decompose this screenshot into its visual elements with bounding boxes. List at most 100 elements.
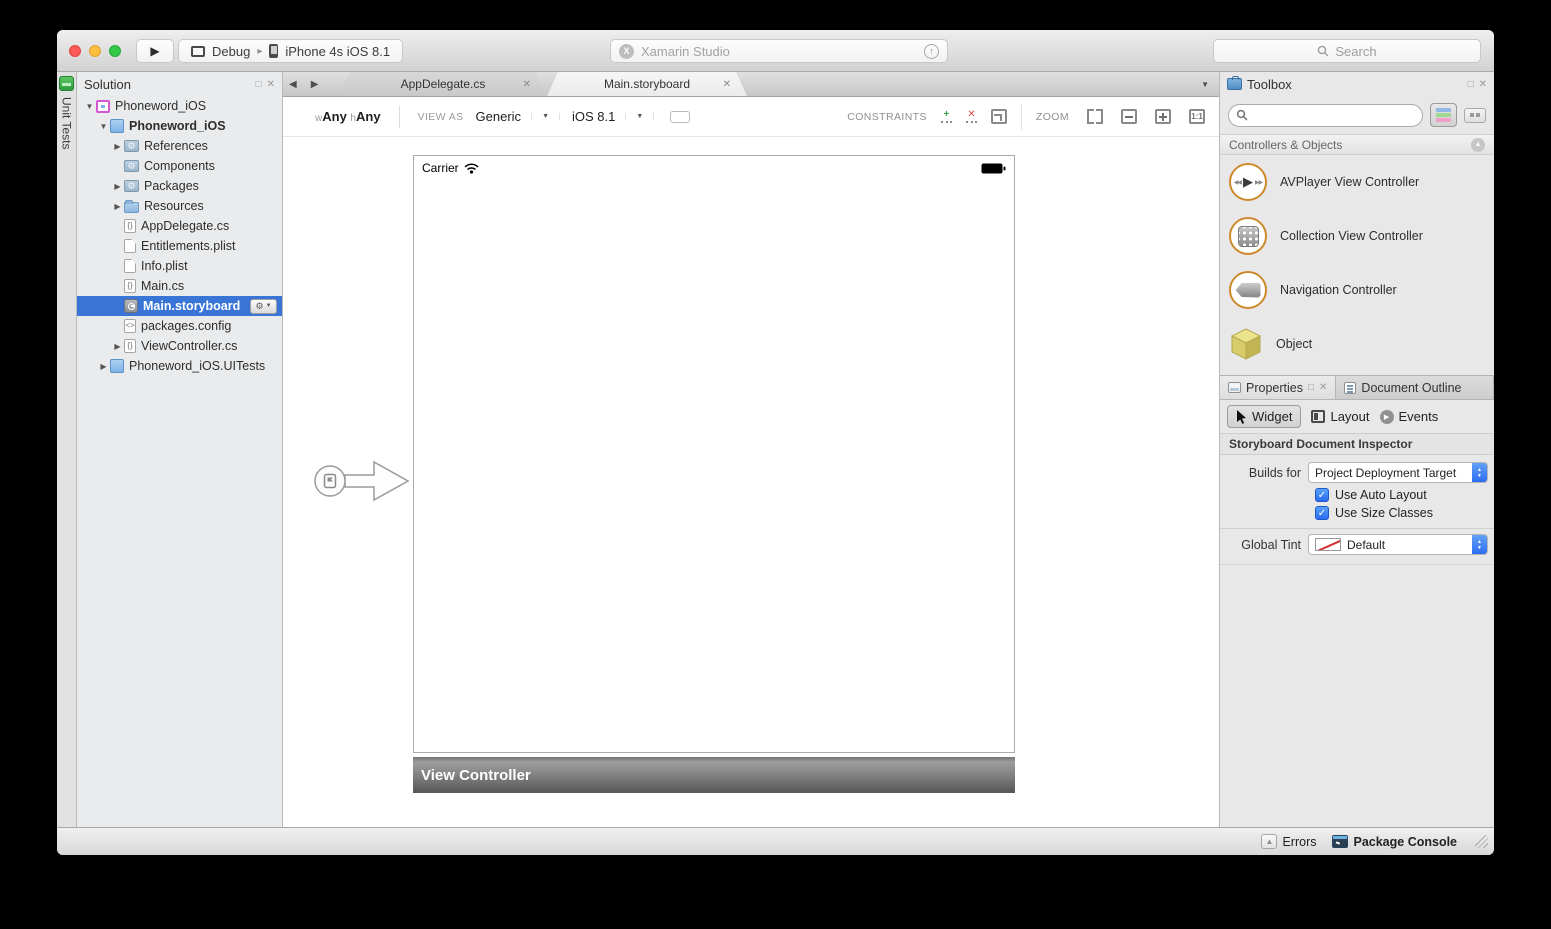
tree-item-viewcontroller[interactable]: ▶ {} ViewController.cs bbox=[77, 336, 282, 356]
mode-events-button[interactable]: ▶ Events bbox=[1380, 409, 1439, 424]
components-folder-icon bbox=[124, 160, 139, 172]
unit-tests-tab[interactable]: Unit Tests bbox=[60, 97, 74, 149]
zoom-fit-button[interactable] bbox=[1087, 109, 1103, 124]
toolbox-item-object[interactable]: Object bbox=[1220, 317, 1494, 371]
collapse-section-icon[interactable]: ▲ bbox=[1471, 138, 1485, 152]
tree-item-references[interactable]: ▶ References bbox=[77, 136, 282, 156]
toolbox-search-field[interactable] bbox=[1228, 104, 1423, 127]
close-pad-icon[interactable]: ✕ bbox=[1479, 79, 1487, 90]
tree-item-packages[interactable]: ▶ Packages bbox=[77, 176, 282, 196]
add-constraint-button[interactable]: + bbox=[941, 110, 952, 123]
tab-mainstoryboard[interactable]: Main.storyboard ✕ bbox=[547, 72, 747, 96]
resize-grip[interactable] bbox=[1475, 835, 1488, 848]
expander-right-icon[interactable]: ▶ bbox=[97, 362, 110, 371]
toolbox-item-navigation[interactable]: Navigation Controller bbox=[1220, 263, 1494, 317]
plist-file-icon bbox=[124, 259, 136, 273]
tab-list-dropdown-icon[interactable]: ▼ bbox=[1201, 80, 1209, 89]
expander-down-icon[interactable]: ▼ bbox=[83, 102, 96, 111]
expander-down-icon[interactable]: ▼ bbox=[97, 122, 110, 131]
view-controller-view[interactable]: Carrier bbox=[413, 155, 1015, 753]
zoom-out-button[interactable] bbox=[1121, 109, 1137, 124]
angle-brackets-glyph: <> bbox=[125, 322, 134, 330]
toolbox-item-collection[interactable]: Collection View Controller bbox=[1220, 209, 1494, 263]
expander-right-icon[interactable]: ▶ bbox=[111, 342, 124, 351]
tab-appdelegate[interactable]: AppDelegate.cs ✕ bbox=[339, 72, 547, 96]
chevron-down-icon[interactable]: ▼ bbox=[625, 113, 654, 120]
orientation-toggle-icon[interactable] bbox=[670, 111, 690, 123]
auto-layout-checkbox[interactable]: ✓ bbox=[1315, 488, 1329, 502]
close-tab-icon[interactable]: ✕ bbox=[523, 79, 531, 90]
navigate-forward-button[interactable]: ▶ bbox=[311, 79, 319, 90]
titlebar[interactable]: ▶ Debug ▸ iPhone 4s iOS 8.1 X Xamarin St… bbox=[57, 30, 1494, 72]
initial-view-controller-arrow[interactable] bbox=[311, 455, 411, 507]
tab-document-outline[interactable]: Document Outline bbox=[1336, 376, 1494, 399]
toolbox-item-avplayer[interactable]: ◀◀▶▶▶ AVPlayer View Controller bbox=[1220, 155, 1494, 209]
editor-area: ◀ ▶ AppDelegate.cs ✕ Main.storyboard ✕ ▼… bbox=[283, 72, 1219, 827]
tree-item-resources[interactable]: ▶ Resources bbox=[77, 196, 282, 216]
scene-dock[interactable]: View Controller bbox=[413, 757, 1015, 793]
mode-layout-button[interactable]: Layout bbox=[1311, 409, 1369, 424]
tree-item-packagesconfig[interactable]: <> packages.config bbox=[77, 316, 282, 336]
toolbox-search-input[interactable] bbox=[1252, 108, 1415, 122]
categorized-view-button[interactable] bbox=[1430, 103, 1457, 127]
update-frames-button[interactable] bbox=[991, 109, 1007, 124]
tree-item-label: Main.cs bbox=[141, 279, 184, 293]
close-pad-icon[interactable]: ✕ bbox=[1319, 382, 1327, 393]
size-classes-checkbox[interactable]: ✓ bbox=[1315, 506, 1329, 520]
close-tab-icon[interactable]: ✕ bbox=[723, 79, 731, 90]
zoom-in-button[interactable] bbox=[1155, 109, 1171, 124]
remove-constraint-button[interactable]: ✕ bbox=[966, 110, 977, 123]
global-search-field[interactable]: Search bbox=[1213, 39, 1481, 63]
tree-item-uitests-project[interactable]: ▶ Phoneword_iOS.UITests bbox=[77, 356, 282, 376]
zoom-actual-size-button[interactable]: 1:1 bbox=[1189, 109, 1205, 124]
chevron-down-icon[interactable]: ▼ bbox=[531, 113, 560, 120]
errors-pad-button[interactable]: ▲ Errors bbox=[1261, 834, 1316, 849]
global-tint-dropdown[interactable]: Default ▲▼ bbox=[1308, 534, 1488, 555]
tree-item-solution[interactable]: ▼ Phoneword_iOS bbox=[77, 96, 282, 116]
dock-pad-icon[interactable]: □ bbox=[1468, 79, 1474, 90]
braces-glyph: {} bbox=[127, 222, 132, 230]
dock-pad-icon[interactable]: □ bbox=[256, 79, 262, 90]
expander-right-icon[interactable]: ▶ bbox=[111, 202, 124, 211]
size-class-selector[interactable]: wAny hAny bbox=[315, 109, 381, 124]
view-as-device-dropdown[interactable]: Generic bbox=[476, 109, 522, 124]
tree-item-mainstoryboard[interactable]: Main.storyboard ⚙ ▼ bbox=[77, 296, 282, 316]
search-icon bbox=[1236, 109, 1248, 121]
tree-item-entitlements[interactable]: Entitlements.plist bbox=[77, 236, 282, 256]
view-controller-scene[interactable]: Carrier bbox=[413, 155, 1015, 793]
wifi-icon bbox=[464, 163, 479, 174]
package-console-button[interactable]: Package Console bbox=[1332, 835, 1457, 849]
compact-view-button[interactable] bbox=[1464, 108, 1486, 123]
cursor-arrow-icon bbox=[1236, 410, 1247, 424]
mode-widget-button[interactable]: Widget bbox=[1227, 405, 1301, 428]
tree-item-infoplist[interactable]: Info.plist bbox=[77, 256, 282, 276]
tree-item-label: Main.storyboard bbox=[143, 299, 240, 313]
toolbox-item-label: AVPlayer View Controller bbox=[1280, 175, 1419, 189]
braces-glyph: {} bbox=[127, 342, 132, 350]
expander-right-icon[interactable]: ▶ bbox=[111, 142, 124, 151]
builds-for-dropdown[interactable]: Project Deployment Target ▲▼ bbox=[1308, 462, 1488, 483]
notifications-icon[interactable]: ↑ bbox=[924, 44, 939, 59]
run-button[interactable]: ▶ bbox=[136, 39, 174, 63]
tree-item-label: packages.config bbox=[141, 319, 231, 333]
minimize-window-button[interactable] bbox=[89, 45, 101, 57]
navigate-back-button[interactable]: ◀ bbox=[289, 79, 297, 90]
toolbox-section-header[interactable]: Controllers & Objects ▲ bbox=[1220, 134, 1494, 155]
run-configuration-selector[interactable]: Debug ▸ iPhone 4s iOS 8.1 bbox=[178, 39, 403, 63]
os-version-dropdown[interactable]: iOS 8.1 bbox=[572, 109, 615, 124]
zoom-label: ZOOM bbox=[1036, 111, 1069, 123]
close-window-button[interactable] bbox=[69, 45, 81, 57]
tree-item-appdelegate[interactable]: {} AppDelegate.cs bbox=[77, 216, 282, 236]
view-as-label: VIEW AS bbox=[418, 111, 464, 123]
storyboard-canvas[interactable]: Carrier bbox=[283, 137, 1219, 827]
dock-pad-icon[interactable]: □ bbox=[1308, 382, 1314, 393]
tree-item-project[interactable]: ▼ Phoneword_iOS bbox=[77, 116, 282, 136]
close-pad-icon[interactable]: ✕ bbox=[267, 79, 275, 90]
tree-item-maincs[interactable]: {} Main.cs bbox=[77, 276, 282, 296]
expander-right-icon[interactable]: ▶ bbox=[111, 182, 124, 191]
tree-item-components[interactable]: Components bbox=[77, 156, 282, 176]
app-title: Xamarin Studio bbox=[641, 44, 917, 59]
zoom-window-button[interactable] bbox=[109, 45, 121, 57]
tab-properties[interactable]: Properties □ ✕ bbox=[1220, 376, 1336, 399]
item-options-button[interactable]: ⚙ ▼ bbox=[250, 299, 277, 314]
